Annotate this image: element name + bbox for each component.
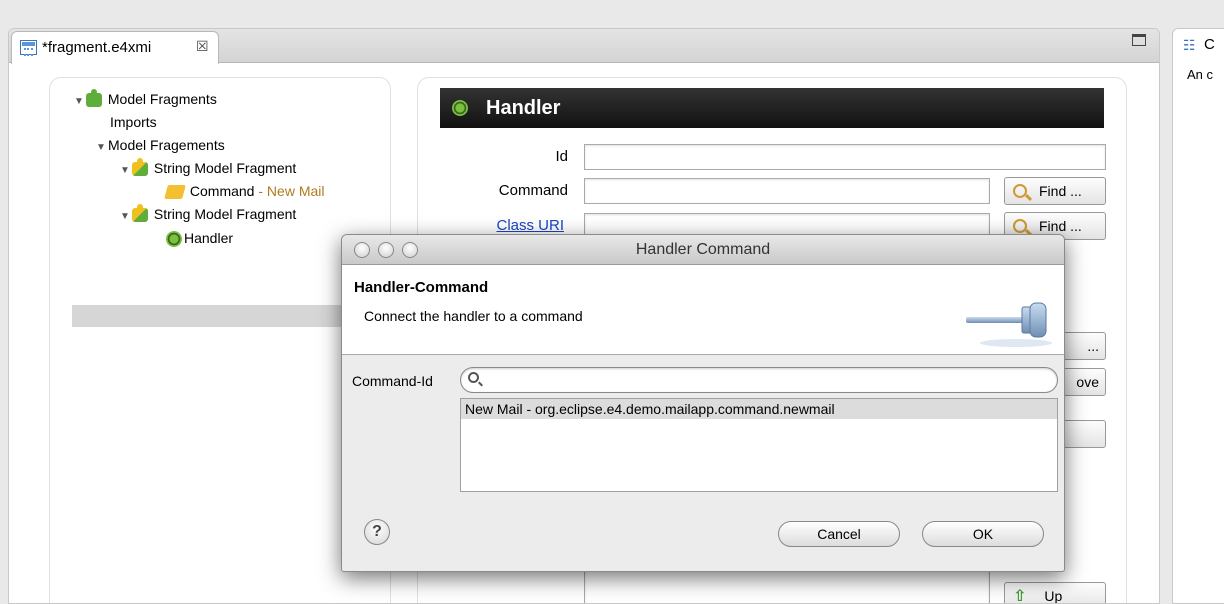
close-icon[interactable]: ☒ [196,38,209,55]
handler-icon [452,100,468,116]
tree-item-suffix: - New Mail [254,183,325,199]
string-fragment-icon [132,158,148,177]
tree-item-label: Imports [110,114,157,130]
tree-item-label: String Model Fragment [153,160,297,176]
search-icon [1013,184,1027,198]
class-uri-link[interactable]: Class URI [444,217,564,234]
tree-item-string-model-fragment-2[interactable]: ▼ String Model Fragment [120,203,296,225]
tree-item-handler[interactable]: Handler [166,227,233,249]
up-button[interactable]: ⇧ Up [1004,582,1106,604]
editor-tab[interactable]: *fragment.e4xmi ☒ [11,31,219,64]
tree-item-model-fragements[interactable]: ▼ Model Fragements [96,134,225,156]
tree-item-command[interactable]: Command - New Mail [164,180,325,202]
command-icon [164,185,186,200]
plug-icon [966,302,1052,347]
list-item[interactable]: New Mail - org.eclipse.e4.demo.mailapp.c… [461,399,1057,419]
section-title: Handler [486,97,561,119]
tree-item-label: String Model Fragment [153,206,297,222]
id-field[interactable] [584,144,1106,170]
command-label: Command [498,182,568,199]
help-button[interactable]: ? [364,519,390,545]
command-id-label: Command-Id [352,373,433,389]
command-search-input[interactable] [460,367,1058,393]
search-icon [468,372,479,383]
tree-item-string-model-fragment-1[interactable]: ▼ String Model Fragment [120,157,296,179]
outline-message: An c [1187,67,1214,82]
handler-command-dialog: Handler Command Handler-Command Connect … [341,234,1065,572]
tree-item-label: Model Fragments [107,91,217,107]
command-list[interactable]: New Mail - org.eclipse.e4.demo.mailapp.c… [460,398,1058,492]
tree-item-model-fragments[interactable]: ▼ Model Fragments [74,88,217,110]
ok-button[interactable]: OK [922,521,1044,547]
tree-item-label: Command [189,183,255,199]
button-label: ... [1087,338,1099,354]
up-label: Up [1044,588,1063,604]
expand-arrow-icon[interactable]: ▼ [120,206,132,228]
outline-icon: ☷ [1183,37,1196,53]
id-label: Id [555,148,568,165]
outline-title[interactable]: C [1204,36,1215,53]
outline-panel: ☷ C An c [1172,28,1224,604]
find-label: Find ... [1039,183,1082,199]
find-command-button[interactable]: Find ... [1004,177,1106,205]
button-label: ove [1076,374,1099,390]
banner-title: Handler-Command [354,279,489,296]
tree-item-label: Handler [184,230,234,246]
expand-arrow-icon[interactable]: ▼ [74,91,86,113]
editor-tab-label: *fragment.e4xmi [42,39,152,56]
dialog-titlebar: Handler Command [342,235,1064,265]
tree-item-imports[interactable]: Imports [110,111,157,133]
string-fragment-icon [132,204,148,223]
maximize-icon[interactable] [1132,34,1146,46]
section-header: Handler [440,88,1104,128]
find-label: Find ... [1039,218,1082,234]
banner-message: Connect the handler to a command [364,308,583,324]
tree-item-label: Model Fragements [108,137,225,153]
model-tree: ▼ Model Fragments Imports ▼ Model Frageme… [49,77,391,603]
editor-tab-strip: *fragment.e4xmi ☒ [9,29,1159,64]
up-arrow-icon: ⇧ [1013,588,1027,604]
expand-arrow-icon[interactable]: ▼ [96,137,108,159]
fragment-icon [86,89,102,108]
cancel-button[interactable]: Cancel [778,521,900,547]
search-icon [1013,219,1027,233]
dialog-banner: Handler-Command Connect the handler to a… [342,265,1064,355]
expand-arrow-icon[interactable]: ▼ [120,160,132,182]
dialog-title: Handler Command [635,241,771,258]
handler-icon [166,231,182,248]
tree-selection-highlight [72,305,386,327]
command-field[interactable] [584,178,990,204]
model-editor-icon [20,40,37,56]
